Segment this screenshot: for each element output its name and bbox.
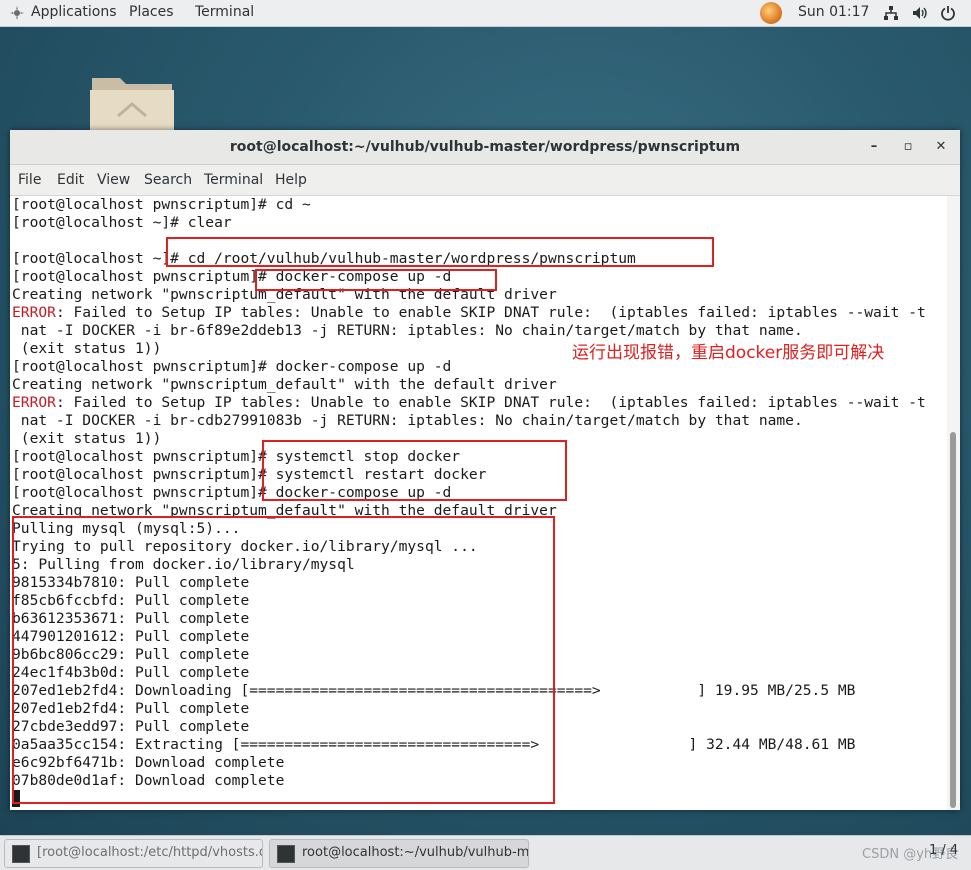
highlight-box-compose-command [255,269,497,291]
maximize-icon[interactable]: ▫ [899,138,917,156]
menu-edit[interactable]: Edit [57,172,84,188]
clock[interactable]: Sun 01:17 [798,4,869,20]
close-icon[interactable]: ✕ [932,138,950,156]
bottom-taskbar: [root@localhost:/etc/httpd/vhosts.d] roo… [0,835,971,870]
terminal-window[interactable]: root@localhost:~/vulhub/vulhub-master/wo… [10,130,960,810]
terminal-line: ERROR: Failed to Setup IP tables: Unable… [12,394,926,411]
window-titlebar[interactable]: root@localhost:~/vulhub/vulhub-master/wo… [10,130,960,165]
home-folder-icon[interactable] [90,76,174,130]
places-menu[interactable]: Places [129,4,174,20]
minimize-icon[interactable]: – [865,138,883,156]
applications-menu[interactable]: Applications [31,4,117,20]
task-terminal-pwnscriptum[interactable]: root@localhost:~/vulhub/vulhub-ma... [269,839,529,868]
window-title: root@localhost:~/vulhub/vulhub-master/wo… [229,139,741,155]
error-label: ERROR [12,304,56,321]
menubar: File Edit View Search Terminal Help [10,165,960,196]
network-icon[interactable] [883,5,899,21]
firefox-tray-icon[interactable] [760,2,782,24]
volume-icon[interactable] [912,5,928,21]
scrollbar[interactable] [947,196,960,810]
terminal-line: Creating network "pwnscriptum_default" w… [12,376,557,393]
terminal-icon [12,845,30,863]
terminal-app-menu[interactable]: Terminal [195,4,254,20]
terminal-line: nat -I DOCKER -i br-cdb27991083b -j RETU… [12,412,803,429]
power-icon[interactable] [940,5,956,21]
error-label: ERROR [12,394,56,411]
task-terminal-vhosts[interactable]: [root@localhost:/etc/httpd/vhosts.d] [4,839,263,868]
terminal-line: [root@localhost pwnscriptum]# docker-com… [12,358,452,375]
applications-icon [10,6,24,20]
scrollbar-thumb[interactable] [950,432,956,808]
terminal-output[interactable]: 07b80de0d1af: Download complete e6c92bf64… [10,196,946,810]
menu-view[interactable]: View [97,172,130,188]
terminal-line: ERROR: Failed to Setup IP tables: Unable… [12,304,926,321]
workspace-indicator[interactable]: 1 / 4 [929,843,958,858]
menu-file[interactable]: File [18,172,41,188]
terminal-line: (exit status 1)) [12,430,162,447]
menu-help[interactable]: Help [275,172,307,188]
highlight-box-pull-output [12,516,555,804]
highlight-box-docker-restart [262,440,567,501]
menu-terminal[interactable]: Terminal [204,172,263,188]
terminal-icon [277,845,295,863]
menu-search[interactable]: Search [144,172,192,188]
highlight-box-cd-command [166,237,714,267]
terminal-line: (exit status 1)) [12,340,162,357]
top-panel: Applications Places Terminal Sun 01:17 [0,0,971,27]
terminal-line: [root@localhost ~]# clear [12,214,232,231]
terminal-line: [root@localhost pwnscriptum]# cd ~ [12,196,311,213]
annotation-note: 运行出现报错，重启docker服务即可解决 [572,343,885,363]
